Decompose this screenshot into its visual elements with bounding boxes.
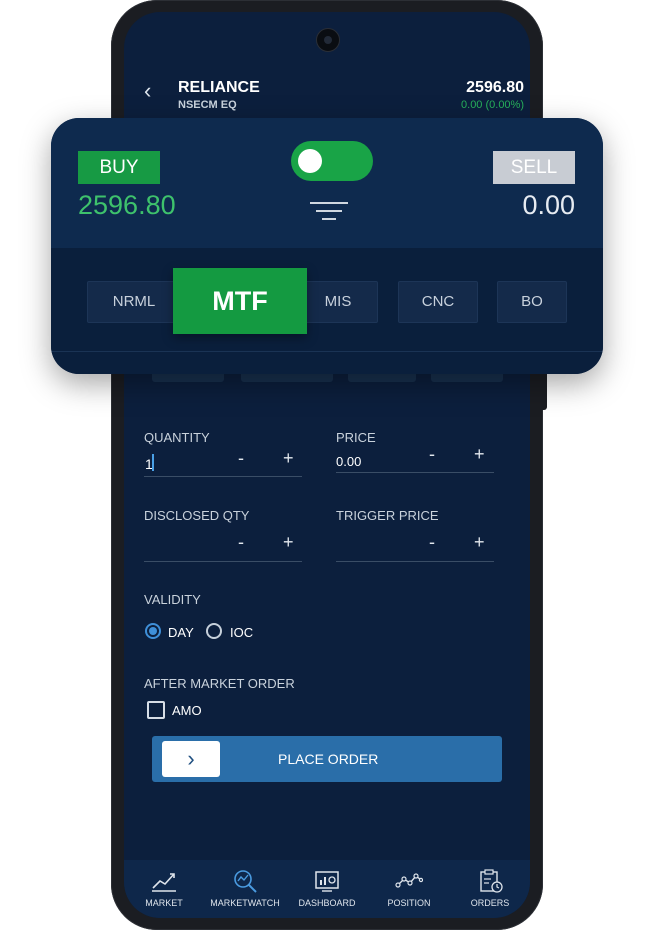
- after-market-label: AFTER MARKET ORDER: [144, 676, 295, 691]
- toggle-knob: [298, 149, 322, 173]
- chart-line-icon: [152, 873, 176, 892]
- magnifier-chart-icon: [234, 870, 257, 893]
- nav-market-label: MARKET: [145, 898, 183, 908]
- radio-day[interactable]: [145, 623, 161, 639]
- product-nrml[interactable]: NRML: [87, 281, 181, 323]
- disclosed-decrement[interactable]: -: [238, 533, 244, 551]
- exchange-segment: NSECM EQ: [178, 99, 237, 111]
- product-mis[interactable]: MIS: [298, 281, 378, 323]
- buy-button[interactable]: BUY: [78, 151, 160, 184]
- dashboard-icon: [315, 871, 339, 892]
- nav-position-label: POSITION: [387, 898, 431, 908]
- divider: [51, 351, 603, 352]
- product-cnc[interactable]: CNC: [398, 281, 478, 323]
- radio-ioc-label: IOC: [230, 625, 254, 640]
- disclosed-qty-label: DISCLOSED QTY: [144, 508, 250, 523]
- radio-day-label: DAY: [168, 625, 194, 640]
- amo-checkbox[interactable]: [147, 701, 165, 719]
- buy-price: 2596.80: [78, 190, 176, 220]
- nav-marketwatch[interactable]: MARKETWATCH: [205, 860, 285, 918]
- trigger-increment[interactable]: +: [474, 533, 485, 551]
- product-mtf-selected[interactable]: MTF: [173, 268, 307, 334]
- price-decrement[interactable]: -: [429, 445, 435, 463]
- place-order-label: PLACE ORDER: [278, 751, 379, 767]
- front-camera: [316, 28, 340, 52]
- orders-clipboard-icon: [480, 869, 503, 893]
- place-order-button[interactable]: › PLACE ORDER: [152, 736, 502, 782]
- disclosed-underline: [144, 561, 302, 562]
- symbol-name: RELIANCE: [178, 79, 260, 96]
- trigger-price-label: TRIGGER PRICE: [336, 508, 439, 523]
- last-traded-price: 2596.80: [466, 79, 524, 96]
- price-label: PRICE: [336, 430, 376, 445]
- filter-icon[interactable]: [310, 202, 350, 224]
- text-cursor: [152, 454, 154, 471]
- price-increment[interactable]: +: [474, 445, 485, 463]
- product-bo[interactable]: BO: [497, 281, 567, 323]
- price-underline: [336, 472, 494, 473]
- sell-button[interactable]: SELL: [493, 151, 575, 184]
- back-icon[interactable]: ‹: [144, 80, 166, 102]
- nav-marketwatch-label: MARKETWATCH: [210, 898, 280, 908]
- sell-price: 0.00: [522, 190, 575, 220]
- nav-dashboard[interactable]: DASHBOARD: [287, 860, 367, 918]
- nav-orders-label: ORDERS: [470, 898, 510, 908]
- trigger-decrement[interactable]: -: [429, 533, 435, 551]
- nav-market[interactable]: MARKET: [124, 860, 204, 918]
- chevron-right-icon[interactable]: ›: [162, 741, 220, 777]
- order-type-card: BUY 2596.80 SELL 0.00 NRML MIS CNC BO MT…: [51, 118, 603, 374]
- trigger-underline: [336, 561, 494, 562]
- amo-label: AMO: [172, 703, 202, 718]
- quantity-increment[interactable]: +: [283, 449, 294, 467]
- nav-position[interactable]: POSITION: [369, 860, 449, 918]
- quantity-label: QUANTITY: [144, 430, 210, 445]
- validity-label: VALIDITY: [144, 592, 201, 607]
- nav-dashboard-label: DASHBOARD: [298, 898, 356, 908]
- nav-orders[interactable]: ORDERS: [450, 860, 530, 918]
- radio-ioc[interactable]: [206, 623, 222, 639]
- quantity-underline: [144, 476, 302, 477]
- price-change: 0.00 (0.00%): [461, 99, 524, 111]
- quantity-decrement[interactable]: -: [238, 449, 244, 467]
- price-input[interactable]: 0.00: [336, 454, 361, 469]
- buy-sell-toggle[interactable]: [291, 141, 373, 181]
- bottom-navigation: MARKET MARKETWATCH DASHBOARD POSITION OR…: [124, 860, 530, 918]
- disclosed-increment[interactable]: +: [283, 533, 294, 551]
- position-graph-icon: [395, 873, 423, 888]
